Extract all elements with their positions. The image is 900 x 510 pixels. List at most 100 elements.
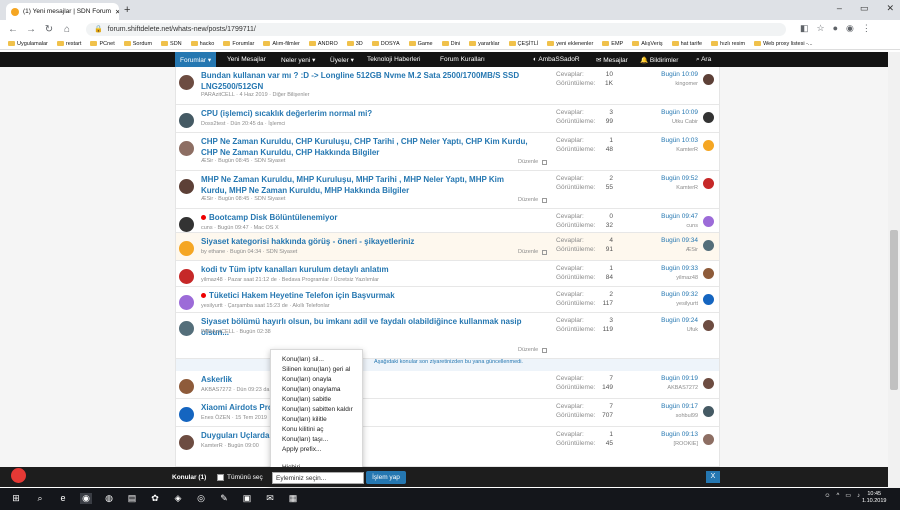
menu-item[interactable]: Konu(ları) onaylama [282, 386, 341, 393]
maximize-icon[interactable]: ▭ [860, 3, 869, 14]
thread-title-link[interactable]: CHP Ne Zaman Kuruldu, CHP Kuruluşu, CHP … [201, 137, 531, 158]
nav-teknoloji[interactable]: Teknoloji Haberleri [367, 56, 420, 63]
bookmark-item[interactable]: Dini [441, 41, 460, 47]
thread-title-link[interactable]: Bootcamp Disk Bölüntülenemiyor [201, 213, 531, 224]
bookmark-item[interactable]: hat tarife [671, 41, 702, 47]
author-avatar[interactable] [179, 407, 194, 422]
menu-item[interactable]: Konu kilitini aç [282, 426, 324, 433]
last-post-user[interactable]: kingomer [646, 81, 698, 87]
thread-row[interactable]: MHP Ne Zaman Kuruldu, MHP Kuruluşu, MHP … [176, 171, 719, 209]
last-post-user[interactable]: ÆSir [646, 247, 698, 253]
notification-bubble-icon[interactable] [11, 468, 26, 483]
taskbar-search-icon[interactable]: ⌕ [34, 493, 46, 504]
app2-icon[interactable]: ◈ [172, 493, 184, 504]
bookmark-item[interactable]: restart [56, 41, 81, 47]
last-post-user[interactable]: AKBAS7272 [646, 385, 698, 391]
thread-row[interactable]: CHP Ne Zaman Kuruldu, CHP Kuruluşu, CHP … [176, 133, 719, 171]
thread-title-link[interactable]: Duyguları Uçlarda ... [201, 431, 531, 442]
tab-close-icon[interactable]: ✕ [115, 8, 119, 16]
last-poster-avatar[interactable] [703, 294, 714, 305]
last-poster-avatar[interactable] [703, 112, 714, 123]
author-avatar[interactable] [179, 179, 194, 194]
last-poster-avatar[interactable] [703, 406, 714, 417]
thread-select-checkbox[interactable] [542, 250, 547, 255]
last-poster-avatar[interactable] [703, 320, 714, 331]
menu-icon[interactable]: ⋮ [862, 23, 871, 34]
author-avatar[interactable] [179, 113, 194, 128]
scrollbar-thumb[interactable] [890, 230, 898, 390]
app-icon[interactable]: ✿ [149, 493, 161, 504]
last-post-time[interactable]: Bugün 09:19 [646, 375, 698, 384]
bookmark-item[interactable]: DOSYA [371, 41, 400, 47]
nav-kurallar[interactable]: Forum Kuralları [440, 56, 485, 63]
edit-link[interactable]: Düzenle [518, 159, 538, 165]
bookmark-item[interactable]: Forumlar [223, 41, 254, 47]
author-avatar[interactable] [179, 379, 194, 394]
nav-uyeler[interactable]: Üyeler ▾ [330, 56, 354, 64]
bookmark-item[interactable]: ANDRO [308, 41, 338, 47]
thread-title-link[interactable]: Askerlik [201, 375, 531, 386]
last-post-time[interactable]: Bugün 09:13 [646, 431, 698, 440]
address-bar[interactable]: 🔒 forum.shiftdelete.net/whats-new/posts/1… [86, 22, 786, 36]
start-icon[interactable]: ⊞ [10, 493, 22, 504]
bookmark-item[interactable]: Uygulamalar [8, 41, 48, 47]
thread-row[interactable]: CPU (işlemci) sıcaklık değerlerim normal… [176, 105, 719, 133]
forward-icon[interactable]: → [26, 24, 36, 35]
thread-title-link[interactable]: Tüketici Hakem Heyetine Telefon için Baş… [201, 291, 531, 302]
last-post-time[interactable]: Bugün 10:09 [646, 109, 698, 118]
menu-item[interactable]: Silinen konu(ları) geri al [282, 366, 350, 373]
bookmark-item[interactable]: SDN [161, 41, 182, 47]
edit-link[interactable]: Düzenle [518, 197, 538, 203]
explorer-icon[interactable]: ▤ [126, 493, 138, 504]
bookmark-item[interactable]: EMP [602, 41, 623, 47]
bookmark-item[interactable]: Sordum [123, 41, 152, 47]
last-poster-avatar[interactable] [703, 74, 714, 85]
last-post-user[interactable]: Ufuk [646, 327, 698, 333]
thread-title-link[interactable]: CPU (işlemci) sıcaklık değerlerim normal… [201, 109, 531, 120]
action-select[interactable]: Eyleminiz seçin... [272, 472, 364, 484]
firefox-icon[interactable]: ◍ [103, 493, 115, 504]
last-post-time[interactable]: Bugün 09:33 [646, 265, 698, 274]
nav-yeni-mesajlar[interactable]: Yeni Mesajlar [227, 56, 266, 63]
thread-select-checkbox[interactable] [542, 198, 547, 203]
last-post-time[interactable]: Bugün 10:09 [646, 71, 698, 80]
edit-link[interactable]: Düzenle [518, 347, 538, 353]
last-poster-avatar[interactable] [703, 216, 714, 227]
thread-row[interactable]: Xiaomi Airdots Pro ... me Enes ÖZEN · 15 … [176, 399, 719, 427]
last-post-user[interactable]: KamterR [646, 147, 698, 153]
bookmark-item[interactable]: Web proxy listesi -... [754, 41, 813, 47]
nav-bildirimler[interactable]: 🔔 Bildirimler [640, 56, 678, 64]
last-post-user[interactable]: yilmaz48 [646, 275, 698, 281]
menu-item[interactable]: Konu(ları) onayla [282, 376, 332, 383]
minimize-icon[interactable]: – [837, 3, 842, 14]
bookmark-item[interactable]: ÇEŞİTLİ [508, 41, 538, 47]
author-avatar[interactable] [179, 269, 194, 284]
people-icon[interactable]: ☺ [824, 493, 830, 499]
app5-icon[interactable]: ▣ [241, 493, 253, 504]
new-tab-icon[interactable]: + [124, 4, 130, 16]
last-post-user[interactable]: Utku Cabir [646, 119, 698, 125]
thread-title-link[interactable]: Siyaset kategorisi hakkında görüş - öner… [201, 237, 531, 248]
thread-row[interactable]: Siyaset bölümü hayırlı olsun, bu imkanı … [176, 313, 719, 359]
last-post-user[interactable]: sohbul99 [646, 413, 698, 419]
bookmark-item[interactable]: yararlılar [469, 41, 500, 47]
thread-row[interactable]: kodi tv Tüm iptv kanalları kurulum detay… [176, 261, 719, 287]
author-avatar[interactable] [179, 295, 194, 310]
outlook-icon[interactable]: ✉ [264, 493, 276, 504]
bookmark-item[interactable]: hacko [190, 41, 214, 47]
bookmark-item[interactable]: 3D [346, 41, 363, 47]
nav-ara[interactable]: ⌕ Ara [696, 56, 711, 64]
last-poster-avatar[interactable] [703, 378, 714, 389]
network-icon[interactable]: ▭ [845, 492, 851, 499]
last-post-time[interactable]: Bugün 09:32 [646, 291, 698, 300]
extension-icon[interactable]: ● [833, 23, 838, 34]
thread-row[interactable]: Tüketici Hakem Heyetine Telefon için Baş… [176, 287, 719, 313]
taskbar-clock[interactable]: 10:45 1.10.2019 [862, 491, 886, 505]
thread-row[interactable]: Duyguları Uçlarda ... KamterR · Bugün 09:… [176, 427, 719, 467]
app3-icon[interactable]: ◎ [195, 493, 207, 504]
last-poster-avatar[interactable] [703, 434, 714, 445]
last-post-time[interactable]: Bugün 09:24 [646, 317, 698, 326]
author-avatar[interactable] [179, 435, 194, 450]
close-mod-bar-button[interactable]: X [706, 471, 720, 483]
nav-user[interactable]: ◐ AmbaSSadoR [533, 56, 580, 63]
